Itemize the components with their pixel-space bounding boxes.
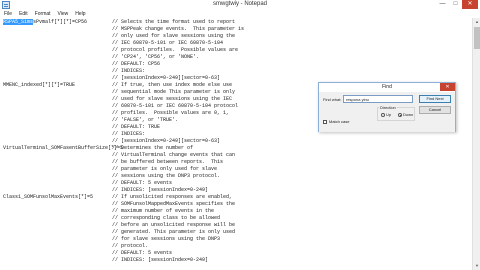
close-button[interactable]: ✕ xyxy=(462,0,478,9)
find-dialog-title: Find xyxy=(382,84,392,90)
window-title: smwgtwiy - Notepad xyxy=(212,1,268,7)
notepad-window: smwgtwiy - Notepad — □ ✕ File Edit Forma… xyxy=(0,0,480,270)
direction-up-radio[interactable] xyxy=(381,113,385,117)
code-comment: // only used for slave sessions using th… xyxy=(112,33,236,39)
direction-label: Direction xyxy=(379,105,397,110)
code-line: VirtualTerminal_SOMFasentBufferSize[*]=5 xyxy=(3,145,124,151)
menu-edit[interactable]: Edit xyxy=(19,10,28,18)
code-comment: // INDICES: [sessionIndex=0-249] xyxy=(112,257,209,263)
find-dialog-close-button[interactable]: ✕ xyxy=(440,83,455,91)
code-comment: // before an unsolicited response will b… xyxy=(112,222,236,228)
code-comment: // MSPPeak change events. This parameter… xyxy=(112,26,245,32)
code-comment: // VirtualTerminal change events that ca… xyxy=(112,152,236,158)
find-what-label: Find what: xyxy=(323,97,342,102)
code-comment: // corresponding class to be allowed xyxy=(112,215,221,221)
code-line: MMENC_indexed[*][*]=TRUE xyxy=(3,82,76,88)
code-comment: // sequential mode This parameter is onl… xyxy=(112,89,236,95)
direction-down-radio[interactable] xyxy=(398,113,402,117)
code-comment: // sessions using the DNP3 protocol. xyxy=(112,173,221,179)
code-comment: // DEFAULT: 5 events xyxy=(112,250,173,256)
code-comment: // maximum number of events in the xyxy=(112,208,215,214)
code-comment: // 'CP24', 'CP56', or 'NONE'. xyxy=(112,54,200,60)
menu-file[interactable]: File xyxy=(4,10,12,18)
scroll-down-arrow-icon[interactable]: ▼ xyxy=(473,262,480,270)
menu-help[interactable]: Help xyxy=(75,10,85,18)
code-text: sPvmalf[*][*]=CP56 xyxy=(33,19,88,25)
code-comment: // If unsolicited responses are enabled, xyxy=(112,194,233,200)
code-comment: // SOMFunsolMappedMaxEvents specifies th… xyxy=(112,201,236,207)
selected-text: RSPA5_Sims xyxy=(3,19,34,25)
code-comment: // generated. This parameter is only use… xyxy=(112,229,236,235)
direction-up-label: Up xyxy=(386,112,392,117)
code-comment: // 60870-5-101 or IEC 60870-5-104 protoc… xyxy=(112,103,239,109)
code-comment: // 'FALSE', or 'TRUE'. xyxy=(112,117,179,123)
menu-view[interactable]: View xyxy=(58,10,69,18)
cancel-button[interactable]: Cancel xyxy=(419,106,451,114)
menu-bar: File Edit Format View Help xyxy=(0,10,480,18)
minimize-button[interactable]: — xyxy=(436,0,449,9)
code-comment: // Selects the time format used to repor… xyxy=(112,19,236,25)
code-comment: // DEFAULT: TRUE xyxy=(112,124,161,130)
code-comment: // [sessionIndex=0-249][sector=0-63] xyxy=(112,138,221,144)
direction-down-label: Down xyxy=(403,112,414,117)
code-comment: // profiles. Possible values are 0, 1, xyxy=(112,110,230,116)
code-comment: // be buffered between reports. This xyxy=(112,159,224,165)
code-comment: // [sessionIndex=0-249][sector=0-63] xyxy=(112,75,221,81)
code-line: RSPA5_SimssPvmalf[*][*]=CP56 xyxy=(3,19,87,26)
code-comment: // Determines the number of xyxy=(112,145,194,151)
find-dialog-title-bar[interactable]: Find ✕ xyxy=(319,83,455,92)
code-comment: // used for slave sessions using the IEC xyxy=(112,96,233,102)
code-comment: // for slave sessions using the DNP3 xyxy=(112,236,221,242)
find-next-button[interactable]: Find Next xyxy=(419,95,451,103)
code-comment: // IEC 60870-5-101 or IEC 60870-5-104 xyxy=(112,40,224,46)
scroll-thumb[interactable] xyxy=(474,27,480,49)
code-comment: // INDICES: [sessionIndex=0-249] xyxy=(112,187,209,193)
code-comment: // protocol. xyxy=(112,243,149,249)
code-comment: // protocol profiles. Possible values ar… xyxy=(112,47,239,53)
code-comment: // parameter is only used for slave xyxy=(112,166,218,172)
find-what-input[interactable] xyxy=(343,95,413,103)
code-comment: // DEFAULT: 5 events xyxy=(112,180,173,186)
text-editor-area[interactable]: RSPA5_SimssPvmalf[*][*]=CP56 // Selects t… xyxy=(0,18,472,270)
match-case-label: Match case xyxy=(329,119,350,124)
code-comment: // If true, then use index mode else use xyxy=(112,82,233,88)
match-case-checkbox[interactable] xyxy=(323,120,327,124)
menu-format[interactable]: Format xyxy=(35,10,51,18)
window-controls: — □ ✕ xyxy=(436,0,478,9)
title-bar: smwgtwiy - Notepad — □ ✕ xyxy=(0,0,480,10)
code-line: Class1_SOMFunsolMaxEvents[*]=5 xyxy=(3,194,94,200)
code-comment: // INDICES: xyxy=(112,131,146,137)
vertical-scrollbar[interactable]: ▲ ▼ xyxy=(472,18,480,270)
find-dialog-body: Find what: Find Next Cancel Direction Up… xyxy=(319,92,455,132)
code-comment: // DEFAULT: CP56 xyxy=(112,61,161,67)
maximize-button[interactable]: □ xyxy=(449,0,462,9)
code-comment: // INDICES: xyxy=(112,68,146,74)
find-dialog: Find ✕ Find what: Find Next Cancel Direc… xyxy=(318,82,456,132)
scroll-up-arrow-icon[interactable]: ▲ xyxy=(473,18,480,26)
